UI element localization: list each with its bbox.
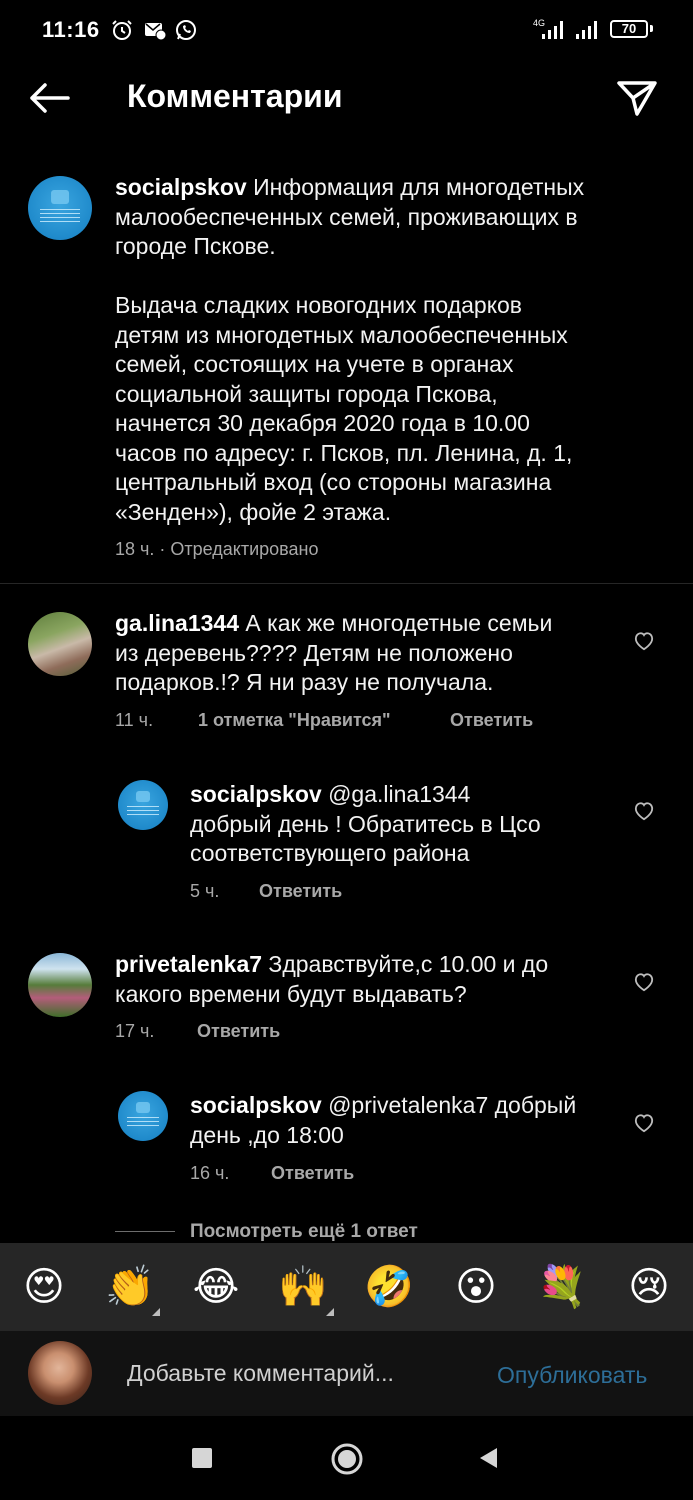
emoji-rolling-laughing[interactable]: 🤣: [364, 1262, 414, 1312]
publish-button[interactable]: Опубликовать: [497, 1362, 647, 1389]
caption-line: центральный вход (со стороны магазина: [115, 469, 552, 495]
caption-line: социальной защиты города Пскова,: [115, 380, 498, 407]
post-author-username[interactable]: socialpskov: [115, 174, 247, 200]
caption-line: socialpskov Информация для многодетных: [115, 174, 585, 200]
caption-line: «Зенден»), фойе 2 этажа.: [115, 498, 392, 525]
divider: [0, 583, 693, 584]
emoji-raised-hands[interactable]: 🙌: [278, 1262, 328, 1312]
reply-text: socialpskov @privetalenka7 добрый день ,…: [190, 1092, 577, 1148]
emoji-crying[interactable]: 😢: [624, 1262, 674, 1312]
like-heart-icon[interactable]: [633, 1113, 655, 1133]
emoji-clapping[interactable]: 👏: [105, 1262, 155, 1312]
like-heart-icon[interactable]: [633, 801, 655, 821]
post-caption: socialpskov Информация для многодетных м…: [115, 173, 675, 527]
caption-line: [115, 262, 675, 292]
page-title: Комментарии: [127, 78, 343, 114]
emoji-heart-eyes[interactable]: 😍: [19, 1262, 69, 1312]
like-heart-icon[interactable]: [633, 972, 655, 992]
signal-icon-2: [576, 21, 597, 39]
reply-time: 5 ч.: [190, 881, 220, 901]
emoji-tears-of-joy[interactable]: 😂: [191, 1262, 241, 1312]
vk-mail-icon: [145, 23, 167, 41]
skin-tone-indicator: [152, 1308, 160, 1316]
reply-text: socialpskov @ga.lina1344 добрый день ! О…: [190, 781, 541, 866]
commenter-avatar[interactable]: [28, 953, 92, 1017]
caption-line: семей, состоящих на учете в органах: [115, 351, 514, 377]
comment-likes[interactable]: 1 отметка "Нравится": [198, 710, 391, 731]
comment-username[interactable]: privetalenka7: [115, 951, 262, 977]
comment-text: privetalenka7 Здравствуйте,с 10.00 и до …: [115, 951, 549, 1007]
reply-button[interactable]: Ответить: [197, 1021, 280, 1042]
status-time: 11:16: [42, 17, 100, 42]
caption-line: начнется 30 декабря 2020 года в 10.00: [115, 410, 530, 436]
post-meta: 18 ч. · Отредактировано: [115, 539, 319, 559]
caption-line: детям из многодетных малообеспеченных: [115, 321, 568, 348]
comment-text: ga.lina1344 А как же многодетные семьи и…: [115, 610, 553, 695]
signal-icon-1: [542, 21, 563, 39]
comment-time: 11 ч.: [115, 710, 154, 730]
whatsapp-icon: [176, 20, 196, 40]
caption-line: городе Пскове.: [115, 233, 276, 259]
current-user-avatar: [28, 1341, 92, 1405]
back-triangle-icon[interactable]: [477, 1446, 499, 1470]
share-direct-icon[interactable]: [616, 79, 658, 117]
commenter-avatar[interactable]: [28, 612, 92, 676]
reply-button[interactable]: Ответить: [271, 1163, 354, 1184]
reply-author-avatar[interactable]: [118, 1091, 168, 1141]
emoji-bar: [0, 1243, 693, 1331]
comment-time: 17 ч.: [115, 1021, 155, 1041]
reply-time: 16 ч.: [190, 1163, 230, 1183]
back-arrow-icon[interactable]: [28, 82, 70, 114]
battery-tip: [650, 25, 653, 32]
post-author-avatar[interactable]: [28, 176, 92, 240]
reply-author-avatar[interactable]: [118, 780, 168, 830]
view-more-line: [115, 1231, 175, 1232]
battery-indicator: 70: [610, 20, 648, 38]
emoji-surprised[interactable]: 😮: [451, 1262, 501, 1312]
skin-tone-indicator: [326, 1308, 334, 1316]
like-heart-icon[interactable]: [633, 631, 655, 651]
reply-button[interactable]: Ответить: [450, 710, 533, 731]
caption-line: часов по адресу: г. Псков, пл. Ленина, д…: [115, 439, 573, 466]
caption-line: малообеспеченных семей, проживающих в: [115, 203, 578, 230]
reply-button[interactable]: Ответить: [259, 881, 342, 902]
home-circle-icon[interactable]: [330, 1442, 364, 1476]
emoji-bouquet[interactable]: 💐: [537, 1262, 587, 1312]
reply-username[interactable]: socialpskov: [190, 781, 322, 807]
view-more-replies[interactable]: Посмотреть ещё 1 ответ: [190, 1221, 418, 1243]
alarm-icon: [112, 20, 132, 40]
comment-input[interactable]: [127, 1360, 457, 1387]
caption-line: Выдача сладких новогодних подарков: [115, 292, 523, 318]
recents-square-icon[interactable]: [192, 1448, 212, 1468]
comment-username[interactable]: ga.lina1344: [115, 610, 239, 636]
reply-username[interactable]: socialpskov: [190, 1092, 322, 1118]
